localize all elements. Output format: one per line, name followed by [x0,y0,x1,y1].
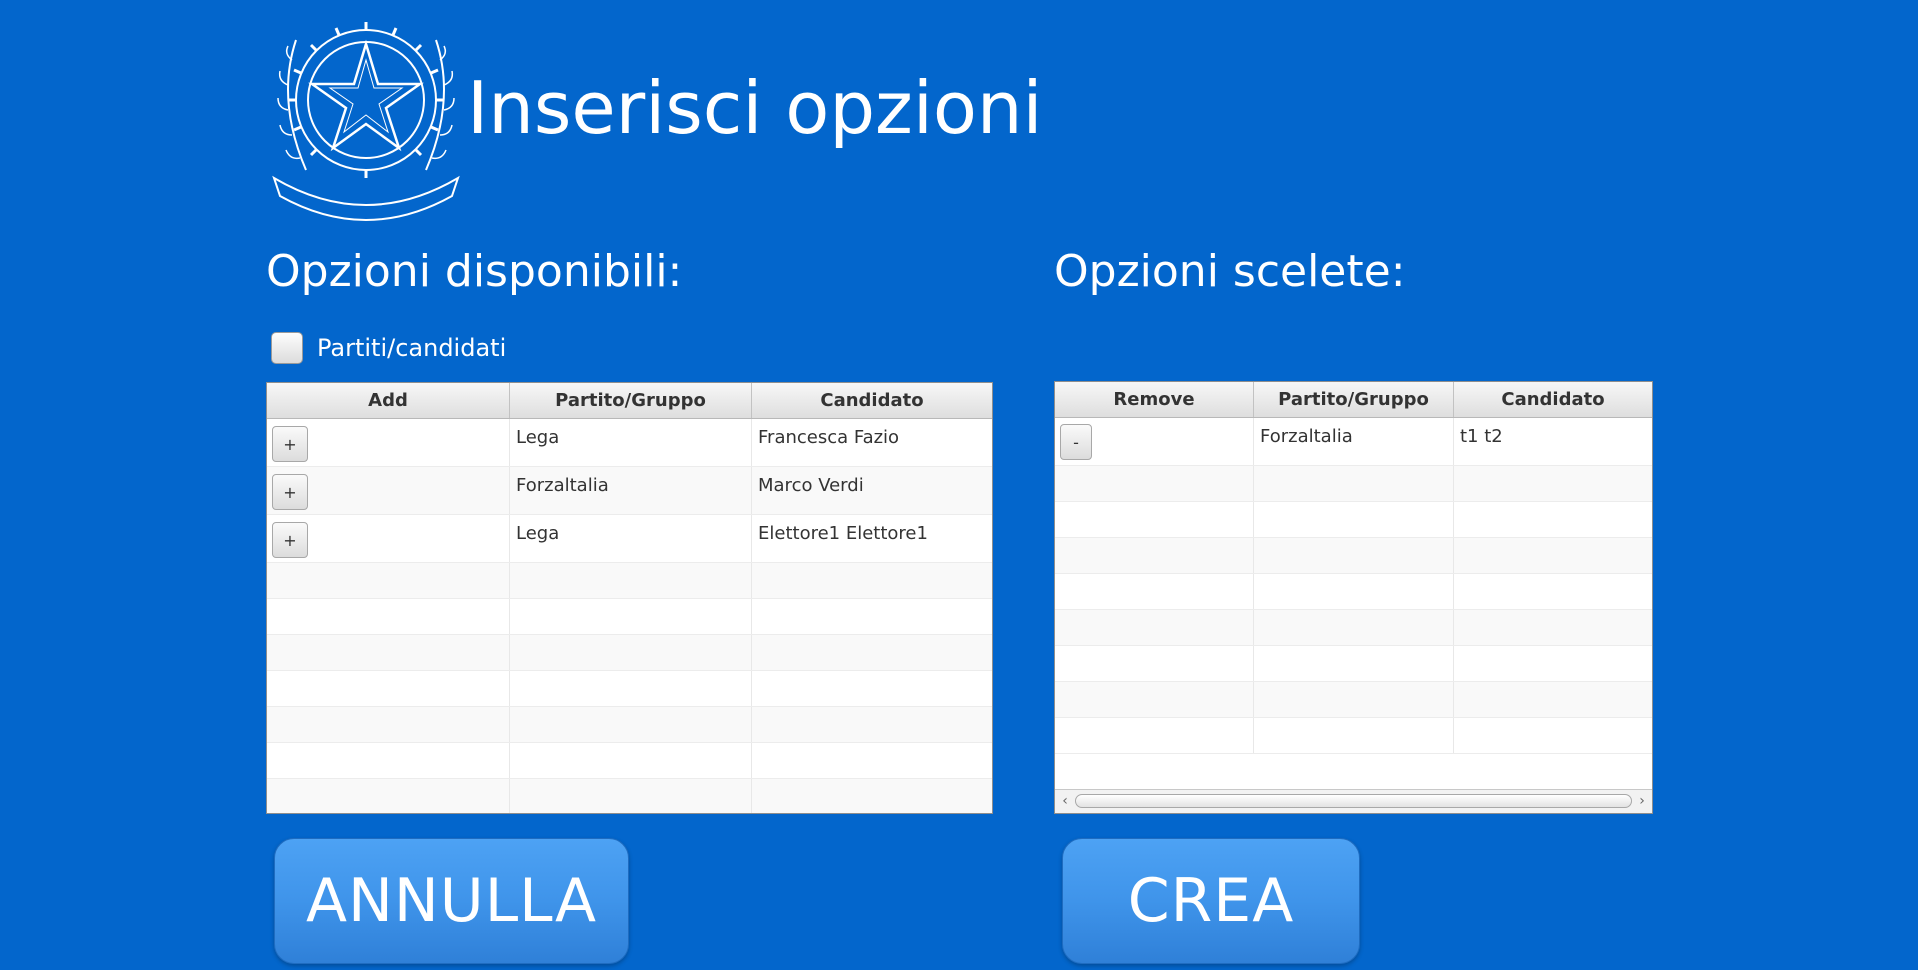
checkbox-box[interactable] [271,332,303,364]
add-button[interactable]: + [272,426,308,462]
empty-row [267,563,992,599]
page-title: Inserisci opzioni [467,66,1043,150]
table-row[interactable]: + Lega Francesca Fazio [267,419,992,467]
empty-row [1055,610,1652,646]
column-header-add[interactable]: Add [267,383,510,418]
empty-row [1055,574,1652,610]
empty-row [267,599,992,635]
checkbox-label: Partiti/candidati [317,334,507,362]
selected-options-title: Opzioni scelete: [1054,246,1406,297]
candidato-cell: t1 t2 [1460,426,1503,447]
column-header-remove[interactable]: Remove [1055,382,1254,417]
candidato-cell: Marco Verdi [758,475,864,496]
add-cell: + [267,467,510,514]
empty-row [267,635,992,671]
add-button[interactable]: + [272,474,308,510]
empty-row [1055,718,1652,754]
empty-row [267,743,992,779]
selected-options-table: Remove Partito/Gruppo Candidato - Forzal… [1054,381,1653,814]
repubblica-italiana-emblem-icon [266,0,466,224]
empty-row [1055,538,1652,574]
add-button[interactable]: + [272,522,308,558]
table-header: Remove Partito/Gruppo Candidato [1055,382,1652,418]
empty-row [1055,646,1652,682]
candidato-cell: Elettore1 Elettore1 [758,523,928,544]
table-row[interactable]: - Forzaltalia t1 t2 [1055,418,1652,466]
horizontal-scrollbar[interactable]: ‹ › [1055,789,1652,813]
available-options-table: Add Partito/Gruppo Candidato + Lega Fran… [266,382,993,814]
empty-row [1055,682,1652,718]
partito-cell: Forzaltalia [1254,418,1454,465]
partiti-candidati-checkbox[interactable]: Partiti/candidati [271,330,506,366]
column-header-candidato[interactable]: Candidato [1454,382,1652,417]
empty-row [267,779,992,813]
partito-cell: Forzaltalia [510,467,752,514]
column-header-partito[interactable]: Partito/Gruppo [1254,382,1454,417]
add-cell: + [267,419,510,466]
table-row[interactable]: + Lega Elettore1 Elettore1 [267,515,992,563]
annulla-button[interactable]: ANNULLA [274,838,629,964]
remove-button[interactable]: - [1060,424,1092,460]
chevron-right-icon[interactable]: › [1635,793,1649,809]
scrollbar-thumb[interactable] [1075,794,1632,808]
column-header-partito[interactable]: Partito/Gruppo [510,383,752,418]
empty-row [267,671,992,707]
table-header: Add Partito/Gruppo Candidato [267,383,992,419]
empty-row [1055,466,1652,502]
column-header-candidato[interactable]: Candidato [752,383,992,418]
chevron-left-icon[interactable]: ‹ [1058,793,1072,809]
add-cell: + [267,515,510,562]
partito-cell: Lega [510,515,752,562]
available-options-title: Opzioni disponibili: [266,246,683,297]
table-row[interactable]: + Forzaltalia Marco Verdi [267,467,992,515]
crea-button[interactable]: CREA [1062,838,1360,964]
partito-cell: Lega [510,419,752,466]
empty-row [267,707,992,743]
empty-row [1055,502,1652,538]
candidato-cell: Francesca Fazio [758,427,900,448]
remove-cell: - [1055,418,1254,465]
